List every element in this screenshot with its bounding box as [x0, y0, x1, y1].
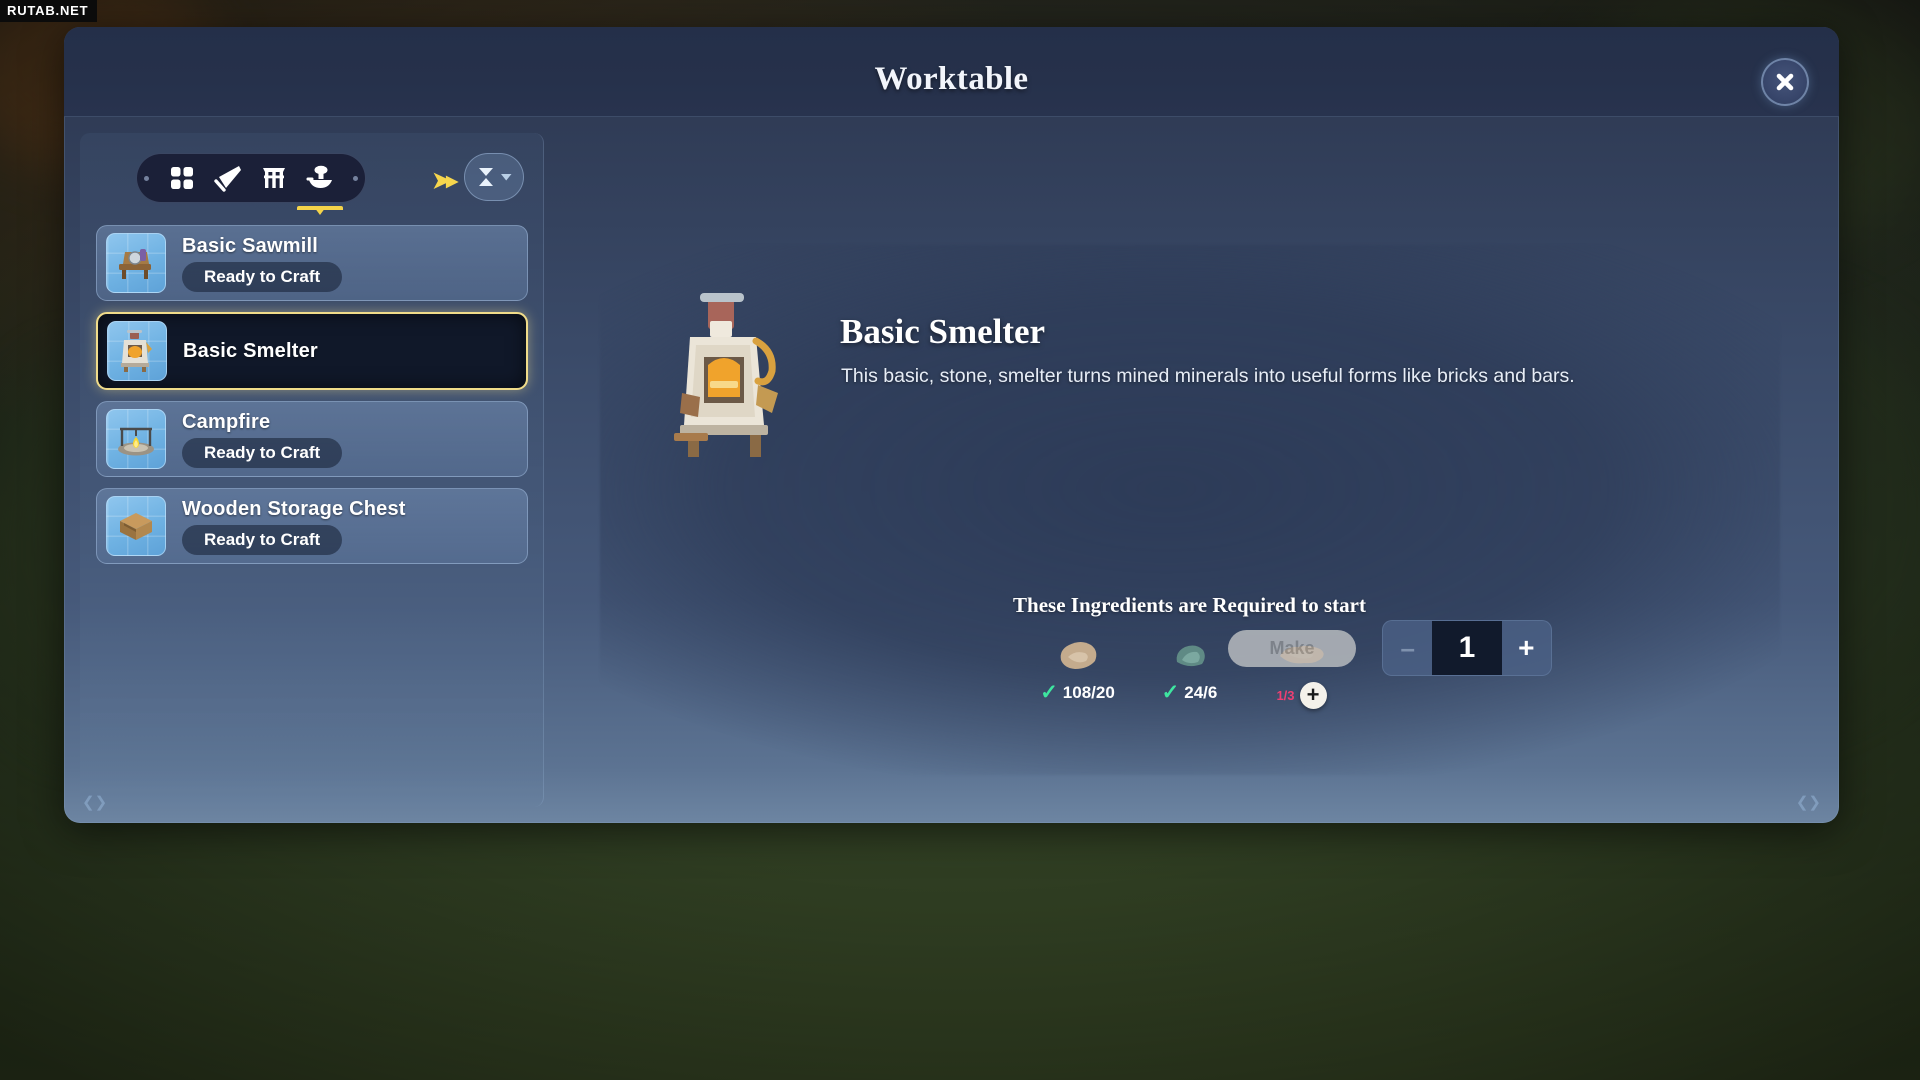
ingredients-heading: These Ingredients are Required to start	[1013, 593, 1366, 617]
watermark: RUTAB.NET	[0, 0, 98, 22]
recipe-name: Campfire	[182, 410, 271, 433]
recipe-name: Basic Sawmill	[182, 234, 318, 257]
sort-icon	[479, 168, 493, 186]
ingredient-stone[interactable]: ✓ 108/20	[1039, 633, 1117, 703]
recipe-status-badge: Ready to Craft	[182, 261, 343, 292]
quantity-stepper: – 1 +	[1382, 620, 1552, 676]
clay-icon	[1176, 645, 1205, 667]
corner-ornament-left: ❮❯	[82, 794, 108, 811]
detail-item-icon	[660, 285, 800, 465]
category-tab-bar	[136, 153, 366, 203]
recipe-item-basic-sawmill[interactable]: Basic Sawmill Ready to Craft	[96, 225, 528, 301]
corner-ornament-right: ❮❯	[1795, 794, 1821, 811]
recipe-thumbnail	[106, 496, 166, 556]
recipe-list: Basic Sawmill Ready to Craft Basic Smelt…	[96, 225, 528, 575]
recipe-text: Campfire Ready to Craft	[182, 410, 343, 468]
recipe-name: Wooden Storage Chest	[182, 497, 406, 520]
grid-squares-icon	[171, 167, 193, 189]
anvil-icon	[306, 165, 332, 188]
recipe-text: Basic Smelter	[183, 340, 318, 363]
category-tab-furniture[interactable]	[251, 154, 297, 202]
recipe-item-campfire[interactable]: Campfire Ready to Craft	[96, 401, 528, 477]
recipe-status-badge: Ready to Craft	[182, 437, 343, 468]
recipe-item-wooden-storage-chest[interactable]: Wooden Storage Chest Ready to Craft	[96, 488, 528, 564]
sort-button[interactable]	[464, 153, 524, 201]
quantity-value[interactable]: 1	[1432, 621, 1502, 675]
recipe-item-basic-smelter[interactable]: Basic Smelter	[96, 312, 528, 390]
recipe-status-badge: Ready to Craft	[182, 524, 343, 555]
trowel-icon	[214, 166, 241, 192]
panel-header: Worktable	[64, 27, 1839, 117]
stool-icon	[263, 168, 285, 188]
make-button[interactable]: Make	[1228, 630, 1356, 667]
recipe-text: Basic Sawmill Ready to Craft	[182, 234, 343, 292]
recipe-detail-panel: Basic Smelter This basic, stone, smelter…	[560, 133, 1819, 807]
category-tab-stations[interactable]	[297, 154, 343, 202]
detail-description: This basic, stone, smelter turns mined m…	[841, 365, 1575, 387]
recipe-sidebar: ➤▸ Basic Sawmill Ready to Craft Basic Sm…	[80, 133, 544, 807]
close-icon	[1776, 73, 1794, 91]
ingredient-count: ✓ 108/20	[1040, 682, 1115, 703]
ingredient-amount: 24/6	[1184, 682, 1218, 702]
recipe-name: Basic Smelter	[183, 339, 318, 362]
chest-icon	[120, 513, 152, 540]
ingredient-count: ✓ 24/6	[1162, 682, 1218, 703]
sawmill-icon	[119, 249, 151, 279]
stone-icon	[1060, 642, 1096, 669]
smelter-icon	[121, 330, 152, 372]
recipe-text: Wooden Storage Chest Ready to Craft	[182, 498, 406, 555]
check-icon: ✓	[1040, 681, 1058, 704]
worktable-panel: Worktable ➤▸ Basic Sawmill Ready to Craf…	[64, 27, 1839, 823]
ingredient-icon	[1162, 633, 1218, 677]
ingredient-clay[interactable]: ✓ 24/6	[1151, 633, 1229, 703]
quantity-decrement-button[interactable]: –	[1383, 621, 1432, 675]
page-title: Worktable	[874, 61, 1029, 97]
quantity-increment-button[interactable]: +	[1502, 621, 1551, 675]
recipe-thumbnail	[107, 321, 167, 381]
ingredient-amount: 1/3	[1276, 688, 1295, 703]
ingredient-count: 1/3 +	[1276, 682, 1327, 709]
ingredient-icon	[1050, 633, 1106, 677]
smelter-icon	[674, 293, 778, 457]
detail-title: Basic Smelter	[840, 312, 1046, 351]
ingredient-amount: 108/20	[1062, 682, 1115, 702]
chevron-down-icon	[501, 174, 512, 181]
close-button[interactable]	[1761, 58, 1809, 106]
recipe-thumbnail	[106, 409, 166, 469]
category-tab-all[interactable]	[159, 154, 205, 202]
chevron-right-icon: ➤▸	[432, 167, 458, 193]
add-ingredient-button[interactable]: +	[1299, 682, 1327, 709]
recipe-thumbnail	[106, 233, 166, 293]
campfire-icon	[118, 427, 154, 456]
category-tab-tools[interactable]	[205, 154, 251, 202]
check-icon: ✓	[1161, 681, 1180, 704]
